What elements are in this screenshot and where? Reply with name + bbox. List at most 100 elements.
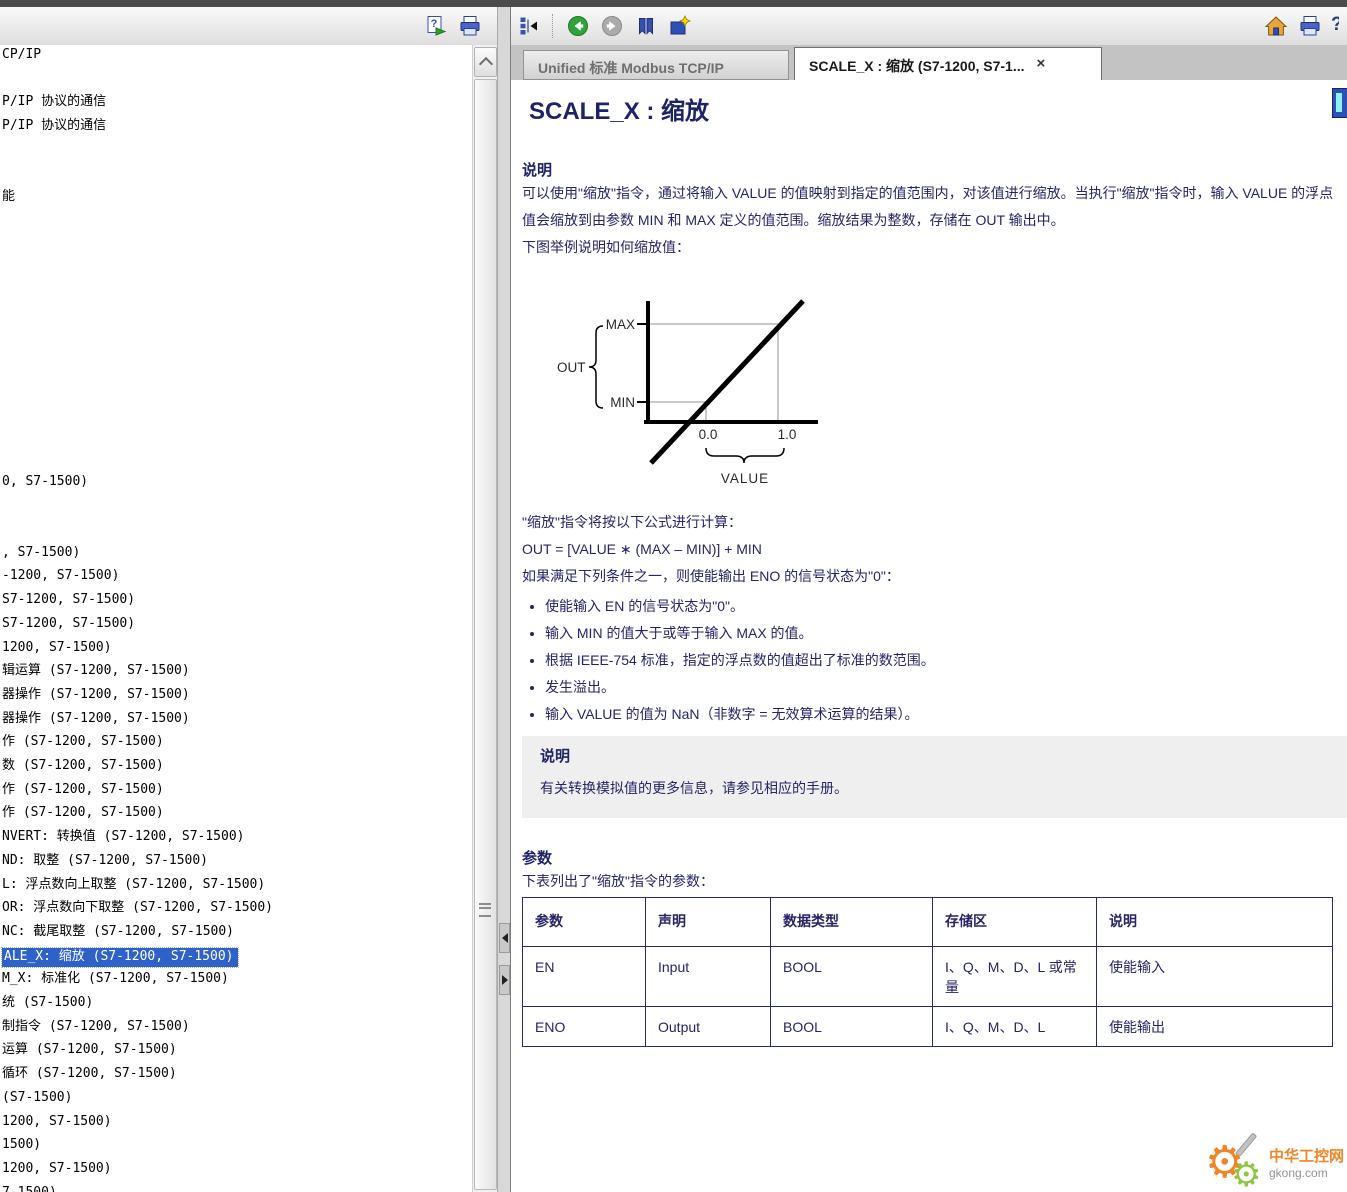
page-title: SCALE_X : 缩放 xyxy=(529,98,1347,126)
help-viewer-window: ? CP/IP P/IP 协议的通信 P/IP 协议的通信能 0, S7-1500),… xyxy=(0,0,1347,1192)
toc-tree: CP/IP P/IP 协议的通信 P/IP 协议的通信能 0, S7-1500) , S… xyxy=(0,45,473,1192)
tab-scale-x[interactable]: SCALE_X : 缩放 (S7-1200, S7-1... × xyxy=(794,47,1102,80)
parameters-heading: 参数 xyxy=(522,850,1347,868)
max-label: MAX xyxy=(606,317,635,332)
tree-item[interactable]: 1500) xyxy=(2,1137,41,1153)
bookmarks-icon[interactable] xyxy=(633,13,658,38)
tree-item[interactable]: 0, S7-1500) xyxy=(2,474,88,490)
table-cell: 使能输入 xyxy=(1097,947,1333,1007)
tree-item[interactable]: (S7-1500) xyxy=(2,1090,72,1106)
print-icon[interactable] xyxy=(1297,13,1322,38)
conditions-intro-text: 如果满足下列条件之一，则使能输出 ENO 的信号状态为"0"： xyxy=(522,563,1347,590)
tab-label: Unified 标准 Modbus TCP/IP xyxy=(538,60,724,76)
parameters-intro-text: 下表列出了"缩放"指令的参数： xyxy=(522,868,1347,895)
tree-item[interactable]: ND: 取整 (S7-1200, S7-1500) xyxy=(2,853,208,869)
help-icon-partial[interactable]: ? xyxy=(1331,14,1339,38)
triangle-left-icon xyxy=(502,933,508,943)
tree-item[interactable]: 作 (S7-1200, S7-1500) xyxy=(2,782,164,798)
forward-icon[interactable] xyxy=(599,13,624,38)
tree-item[interactable]: 运算 (S7-1200, S7-1500) xyxy=(2,1042,177,1058)
table-cell: EN xyxy=(523,947,646,1007)
print-icon[interactable] xyxy=(457,13,482,38)
params-table-body: ENInputBOOLI、Q、M、D、L 或常量使能输入ENOOutputBOO… xyxy=(523,947,1333,1047)
back-icon[interactable] xyxy=(565,13,590,38)
column-header: 数据类型 xyxy=(771,898,933,947)
toolbar-separator xyxy=(552,14,554,38)
tree-item[interactable]: M_X: 标准化 (S7-1200, S7-1500) xyxy=(2,971,229,987)
triangle-right-icon xyxy=(502,975,508,985)
tree-item[interactable]: CP/IP xyxy=(2,47,41,63)
tree-item[interactable]: 数 (S7-1200, S7-1500) xyxy=(2,758,164,774)
note-box: 说明 有关转换模拟值的更多信息，请参见相应的手册。 xyxy=(522,736,1347,818)
description-text: 可以使用"缩放"指令，通过将输入 VALUE 的值映射到指定的值范围内，对该值进… xyxy=(522,180,1347,234)
tree-item[interactable]: S7-1200, S7-1500) xyxy=(2,616,135,632)
tab-unified-modbus[interactable]: Unified 标准 Modbus TCP/IP xyxy=(523,50,789,80)
tree-item[interactable]: , S7-1500) xyxy=(2,545,80,561)
table-row: ENInputBOOLI、Q、M、D、L 或常量使能输入 xyxy=(523,947,1333,1007)
toc-toggle-icon[interactable] xyxy=(516,13,541,38)
chevron-up-icon xyxy=(478,57,492,71)
contents-scrollbar[interactable] xyxy=(472,45,497,1192)
topic-toolbar: ? xyxy=(511,7,1347,46)
clipped-widget-icon xyxy=(1332,88,1347,118)
conditions-list: 使能输入 EN 的信号状态为"0"。输入 MIN 的值大于或等于输入 MAX 的… xyxy=(522,593,1347,728)
formula-intro-text: "缩放"指令将按以下公式进行计算： xyxy=(522,509,1347,536)
tree-item[interactable]: 器操作 (S7-1200, S7-1500) xyxy=(2,687,190,703)
value-label: VALUE xyxy=(721,471,769,486)
min-label: MIN xyxy=(610,395,635,410)
tree-item[interactable]: S7-1200, S7-1500) xyxy=(2,592,135,608)
condition-item: 发生溢出。 xyxy=(545,674,1347,701)
tree-item[interactable]: 能 xyxy=(2,189,15,205)
scroll-up-button[interactable] xyxy=(474,47,497,77)
column-header: 说明 xyxy=(1097,898,1333,947)
tree-item[interactable]: NC: 截尾取整 (S7-1200, S7-1500) xyxy=(2,924,234,940)
topic-tab-bar: Unified 标准 Modbus TCP/IP SCALE_X : 缩放 (S… xyxy=(511,45,1347,80)
tab-label: SCALE_X : 缩放 (S7-1200, S7-1... xyxy=(809,56,1025,80)
gkong-watermark: ⚙ ⚙ 中华工控网 gkong.com xyxy=(1205,1129,1344,1192)
scrollbar-thumb[interactable] xyxy=(474,79,497,1190)
tree-item[interactable]: 7-1500) xyxy=(2,1185,57,1192)
topic-content: SCALE_X : 缩放 说明 可以使用"缩放"指令，通过将输入 VALUE 的… xyxy=(511,80,1347,1192)
table-cell: BOOL xyxy=(771,947,933,1007)
close-icon[interactable]: × xyxy=(1037,56,1046,80)
condition-item: 根据 IEEE-754 标准，指定的浮点数的值超出了标准的数范围。 xyxy=(545,647,1347,674)
tree-item[interactable]: 1200, S7-1500) xyxy=(2,640,112,656)
tree-item[interactable]: 器操作 (S7-1200, S7-1500) xyxy=(2,711,190,727)
topic-pane: ? Unified 标准 Modbus TCP/IP SCALE_X : 缩放 … xyxy=(511,7,1347,1192)
tree-item[interactable]: OR: 浮点数向下取整 (S7-1200, S7-1500) xyxy=(2,900,273,916)
watermark-domain: gkong.com xyxy=(1269,1166,1344,1180)
tree-item[interactable]: 辑运算 (S7-1200, S7-1500) xyxy=(2,663,190,679)
show-in-contents-icon[interactable]: ? xyxy=(423,13,448,38)
pane-splitter[interactable] xyxy=(497,7,511,1192)
tree-item[interactable]: 1200, S7-1500) xyxy=(2,1161,112,1177)
tree-item[interactable]: 作 (S7-1200, S7-1500) xyxy=(2,805,164,821)
tree-item-selected[interactable]: ALE_X: 缩放 (S7-1200, S7-1500) xyxy=(2,948,238,967)
condition-item: 输入 VALUE 的值为 NaN（非数字 = 无效算术运算的结果）。 xyxy=(545,701,1347,728)
splitter-collapse-left-button[interactable] xyxy=(499,923,510,953)
condition-item: 输入 MIN 的值大于或等于输入 MAX 的值。 xyxy=(545,620,1347,647)
table-cell: I、Q、M、D、L 或常量 xyxy=(933,947,1097,1007)
splitter-collapse-right-button[interactable] xyxy=(499,965,510,995)
tree-item[interactable]: P/IP 协议的通信 xyxy=(2,118,106,134)
tree-item[interactable]: 统 (S7-1500) xyxy=(2,995,93,1011)
table-cell: I、Q、M、D、L xyxy=(933,1007,1097,1047)
contents-toolbar: ? xyxy=(0,7,497,46)
table-cell: 使能输出 xyxy=(1097,1007,1333,1047)
table-row: ENOOutputBOOLI、Q、M、D、L使能输出 xyxy=(523,1007,1333,1047)
tree-item[interactable]: 制指令 (S7-1200, S7-1500) xyxy=(2,1019,190,1035)
new-topic-icon[interactable] xyxy=(667,13,692,38)
home-icon[interactable] xyxy=(1263,13,1288,38)
tree-item[interactable]: NVERT: 转换值 (S7-1200, S7-1500) xyxy=(2,829,245,845)
note-text: 有关转换模拟值的更多信息，请参见相应的手册。 xyxy=(540,775,1329,802)
tree-item[interactable]: -1200, S7-1500) xyxy=(2,568,119,584)
figure-intro-text: 下图举例说明如何缩放值： xyxy=(522,234,1347,261)
tree-item[interactable]: 1200, S7-1500) xyxy=(2,1114,112,1130)
out-label: OUT xyxy=(557,360,586,375)
gears-icon: ⚙ ⚙ xyxy=(1205,1129,1269,1192)
tree-item[interactable]: 作 (S7-1200, S7-1500) xyxy=(2,734,164,750)
tree-item[interactable]: L: 浮点数向上取整 (S7-1200, S7-1500) xyxy=(2,877,265,893)
tree-item[interactable]: 循环 (S7-1200, S7-1500) xyxy=(2,1066,177,1082)
table-cell: Input xyxy=(646,947,771,1007)
tree-item[interactable]: P/IP 协议的通信 xyxy=(2,94,106,110)
formula-text: OUT = [VALUE ∗ (MAX – MIN)] + MIN xyxy=(522,536,1347,563)
